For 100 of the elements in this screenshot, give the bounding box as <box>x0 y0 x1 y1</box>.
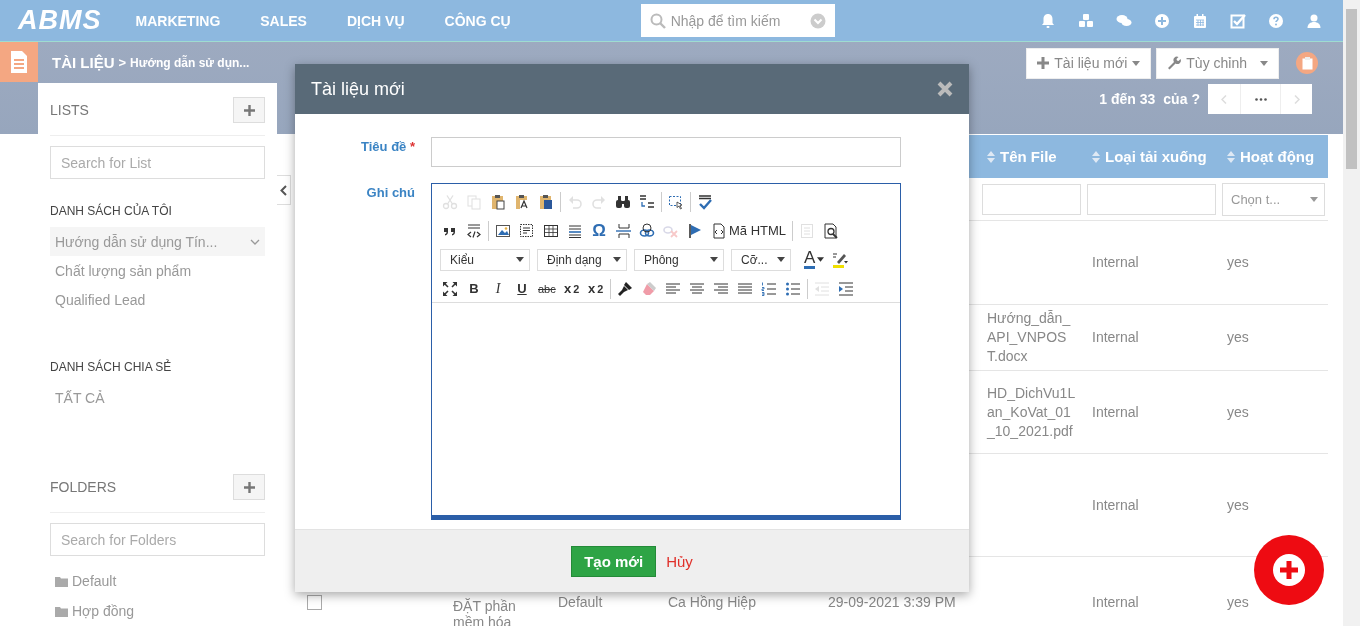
caret-icon <box>710 257 718 262</box>
table-cell: Internal <box>1092 329 1139 345</box>
table-cell: 29-09-2021 3:39 PM <box>828 593 956 610</box>
clipboard-icon <box>1301 56 1313 70</box>
column-header[interactable]: Tên File <box>1000 148 1057 165</box>
bell-icon[interactable] <box>1040 12 1056 29</box>
folder-icon <box>55 575 68 587</box>
cancel-link[interactable]: Hủy <box>666 552 693 570</box>
caret-icon <box>613 257 621 262</box>
table-cell: HD_DichVu1Lan_KoVat_01_10_2021.pdf <box>987 384 1076 439</box>
code-file-icon <box>711 222 727 239</box>
add-icon[interactable] <box>1154 12 1170 29</box>
customize-button[interactable]: Tùy chỉnh <box>1156 47 1279 79</box>
column-header[interactable]: Hoạt động <box>1240 148 1315 165</box>
section-title: FOLDERS <box>50 479 117 495</box>
breadcrumb-link[interactable]: TÀI LIỆU <box>52 54 115 71</box>
section-title: LISTS <box>50 102 89 118</box>
table-cell: Internal <box>1092 403 1139 420</box>
filter-field[interactable] <box>1087 183 1216 215</box>
search-icon <box>649 13 666 29</box>
dropdown[interactable]: Kiểu <box>440 248 530 271</box>
dropdown[interactable]: Phông <box>634 248 724 271</box>
filter-placeholder: Chọn t... <box>1231 191 1281 207</box>
user-icon[interactable] <box>1306 12 1322 29</box>
column-header[interactable]: Loại tải xuống <box>1105 148 1207 165</box>
sort-icon <box>987 150 995 163</box>
chevron-left-icon <box>280 184 287 196</box>
nav-link[interactable]: DỊCH VỤ <box>346 12 405 29</box>
chat-icon[interactable] <box>1116 12 1132 29</box>
table-cell: Internal <box>1092 496 1139 513</box>
caret-icon <box>1310 196 1318 202</box>
document-icon <box>0 42 38 82</box>
new-document-button[interactable]: Tài liệu mới <box>1026 47 1152 79</box>
search-field[interactable]: Search for Folders <box>50 523 265 556</box>
list-item[interactable]: Qualified Lead <box>50 285 265 314</box>
close-button[interactable] <box>937 81 953 97</box>
table-cell: Internal <box>1092 254 1139 270</box>
sort-icon <box>1092 150 1100 163</box>
list-item[interactable]: Chất lượng sản phẩm <box>50 256 265 285</box>
table-cell: yes <box>1227 593 1249 610</box>
group-title: DANH SÁCH CHIA SẺ <box>50 360 173 374</box>
collapse-button[interactable] <box>277 175 291 205</box>
title-field[interactable] <box>431 137 901 167</box>
search-field[interactable]: Nhập để tìm kiếm <box>640 4 835 37</box>
cubes-icon[interactable] <box>1078 12 1094 29</box>
dropdown[interactable]: Định dạng <box>537 248 627 271</box>
special-character-button[interactable]: Ω <box>589 220 609 241</box>
calendar-icon[interactable] <box>1192 12 1208 29</box>
plus-icon <box>1272 553 1306 587</box>
table-cell: yes <box>1227 329 1249 345</box>
page-range: 1 đến 33 <box>1099 91 1156 107</box>
caret-icon <box>516 257 524 262</box>
chevron-left-icon <box>1221 94 1227 104</box>
create-button[interactable]: Tạo mới <box>571 545 657 577</box>
text-color-button[interactable]: A <box>802 249 827 270</box>
nav-link[interactable]: MARKETING <box>135 12 221 29</box>
table-cell: Ca Hồng Hiệp <box>668 593 756 610</box>
breadcrumb-current: Hướng dẫn sử dụn... <box>130 55 250 70</box>
dialog-title: Tài liệu mới <box>311 78 405 100</box>
filter-field[interactable] <box>982 183 1081 215</box>
folder-item[interactable]: Hợp đồng <box>72 603 135 619</box>
caret-icon <box>817 257 825 262</box>
clipboard-button[interactable] <box>1296 52 1318 74</box>
strikethrough-button[interactable]: abc <box>536 278 558 299</box>
folder-item[interactable]: Default <box>72 573 117 589</box>
caret-icon <box>1260 60 1268 66</box>
table-cell: yes <box>1227 254 1249 270</box>
nav-link[interactable]: CÔNG CỤ <box>444 12 511 29</box>
italic-button[interactable]: I <box>488 278 508 299</box>
caret-icon <box>1132 60 1141 66</box>
add-button[interactable] <box>233 97 265 123</box>
chevron-icon <box>809 13 826 29</box>
table-cell: Default <box>558 593 603 610</box>
chevron-right-icon <box>1293 94 1300 104</box>
row-checkbox[interactable] <box>307 594 322 610</box>
nav-link[interactable]: SALES <box>260 12 307 29</box>
search-field[interactable]: Search for List <box>50 146 265 179</box>
list-item[interactable]: Hướng dẫn sử dụng Tín... <box>50 227 265 256</box>
page-of: của <box>1163 91 1188 107</box>
add-button[interactable] <box>233 474 265 500</box>
breadcrumb-separator: > <box>118 55 127 70</box>
sort-icon <box>1227 150 1235 163</box>
scrollbar[interactable] <box>1343 0 1360 626</box>
field-label: Ghi chú <box>365 184 415 202</box>
logo[interactable]: ABMS <box>18 5 102 36</box>
field-label: Tiêu đề * <box>360 138 415 156</box>
table-cell: yes <box>1227 496 1249 513</box>
page-total: ? <box>1191 91 1200 107</box>
list-item[interactable]: TẤT CẢ <box>50 383 265 412</box>
filter-dropdown[interactable]: Chọn t... <box>1222 182 1325 216</box>
plus-icon <box>243 104 255 116</box>
help-icon[interactable] <box>1268 12 1284 29</box>
plus-icon <box>243 481 255 493</box>
underline-button[interactable]: U <box>512 278 532 299</box>
dropdown[interactable]: Cỡ... <box>731 248 791 271</box>
table-cell: Hướng_dẫn_API_VNPOST.docx <box>987 310 1071 364</box>
checkbox-icon[interactable] <box>1230 12 1246 29</box>
source-button[interactable]: Mã HTML <box>709 220 789 241</box>
caret-icon <box>777 257 785 262</box>
bold-button[interactable]: B <box>464 278 484 299</box>
